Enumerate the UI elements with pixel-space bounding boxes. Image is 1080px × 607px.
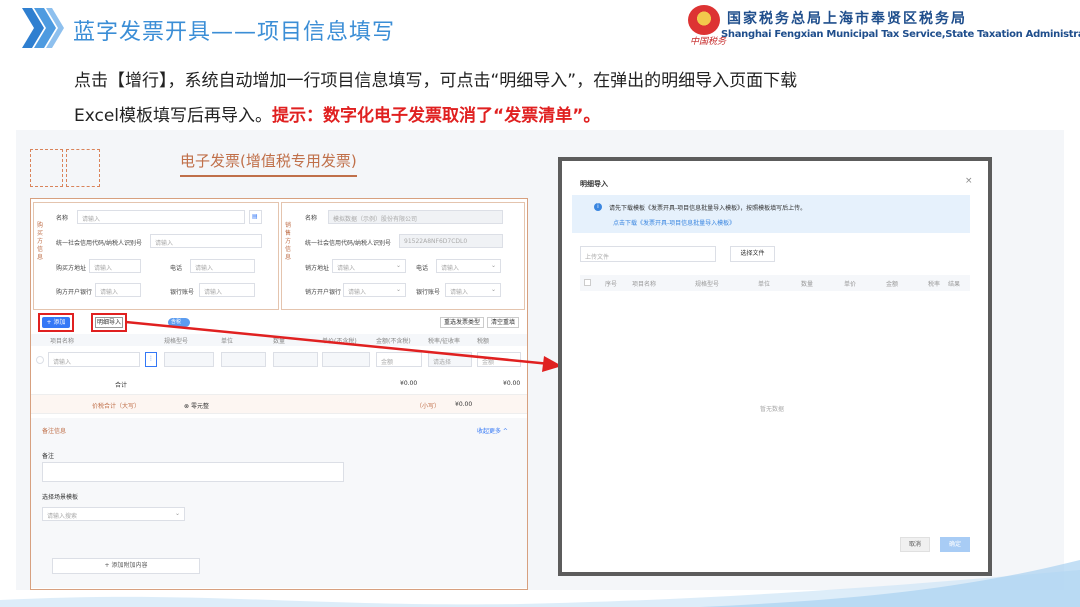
scene-placeholder: 请输入搜索	[47, 513, 78, 520]
wave-decoration-icon	[0, 560, 1080, 607]
qr-placeholder	[30, 149, 63, 187]
col-header: 结果	[948, 281, 961, 288]
buyer-lookup-icon[interactable]: ▤	[249, 210, 262, 224]
buyer-addr-input[interactable]: 请输入	[89, 259, 141, 273]
add-row-button[interactable]: + 添加	[42, 317, 70, 328]
buyer-acct-input[interactable]: 请输入	[199, 283, 255, 297]
tip-text: 提示：数字化电子发票取消了“发票清单”。	[272, 106, 601, 126]
cancel-button[interactable]: 取消	[900, 537, 930, 552]
small-label: （小写）	[416, 403, 441, 410]
seller-phone-label: 电话	[416, 265, 429, 272]
buyer-name-input[interactable]: 请输入	[77, 210, 245, 224]
subtotal-label: 合计	[115, 382, 128, 389]
seller-addr-placeholder: 请输入	[337, 265, 356, 272]
import-table-header: 序号 项目名称 规格型号 单位 数量 单价 金额 税率 结果	[580, 275, 970, 291]
download-template-link[interactable]: 点击下载《发票开具-项目信息批量导入模板》	[613, 218, 735, 227]
seller-acct-label: 银行账号	[416, 289, 441, 296]
col-header: 单位	[758, 281, 771, 288]
circle-x-icon: ⊗	[184, 403, 191, 410]
seller-bank-input[interactable]: 请输入 ⌄	[343, 283, 406, 297]
col-header: 序号	[605, 281, 618, 288]
chevron-down-icon: ⌄	[395, 286, 401, 293]
invoice-title-underline	[180, 175, 357, 177]
col-header: 单价	[844, 281, 857, 288]
info-text: 请先下载模板《发票开具-项目信息批量导入模板》，按照模板填写后上传。	[609, 205, 807, 212]
remark-label: 备注	[42, 453, 55, 460]
subtotal-amount: ¥0.00	[400, 380, 418, 387]
invoice-title: 电子发票(增值税专用发票)	[180, 152, 357, 170]
seller-addr-label: 销方地址	[305, 265, 330, 272]
col-header: 税率	[928, 281, 941, 288]
seller-bank-label: 销方开户银行	[305, 289, 342, 296]
seller-tax-label: 统一社会信用代码/纳税人识别号	[305, 240, 392, 247]
buyer-phone-input[interactable]: 请输入	[190, 259, 255, 273]
buyer-bank-input[interactable]: 请输入	[95, 283, 141, 297]
buyer-tax-input[interactable]: 请输入	[150, 234, 262, 248]
seller-bank-placeholder: 请输入	[348, 289, 367, 296]
detail-import-button[interactable]: 明细导入	[95, 317, 123, 328]
col-header: 项目名称	[50, 338, 75, 345]
seller-name-input: 模拟数据（示例）股份有限公司	[328, 210, 503, 224]
empty-state-text: 暂无数据	[760, 406, 785, 413]
info-icon: i	[594, 203, 602, 211]
buyer-bank-label: 购方开户银行	[56, 289, 93, 296]
small-amount: ¥0.00	[455, 401, 473, 408]
seller-acct-placeholder: 请输入	[450, 289, 469, 296]
choose-file-button[interactable]: 选择文件	[730, 246, 775, 262]
total-words: ⊗ 零元整	[184, 401, 209, 410]
red-arrow-icon	[125, 320, 562, 372]
total-words-text: 零元整	[190, 403, 209, 410]
upload-file-input[interactable]: 上传文件	[580, 246, 716, 262]
buyer-side-label: 购买方信息	[36, 222, 43, 261]
col-header: 项目名称	[632, 281, 657, 288]
close-icon[interactable]: ×	[965, 176, 973, 186]
seller-addr-input[interactable]: 请输入 ⌄	[332, 259, 406, 273]
slide-title: 蓝字发票开具——项目信息填写	[73, 20, 396, 45]
description-text: Excel模板填写后再导入。	[74, 106, 273, 126]
seller-side-label: 销售方信息	[284, 222, 291, 261]
seller-phone-placeholder: 请输入	[441, 265, 460, 272]
remark-section-title: 备注信息	[42, 428, 67, 435]
description-line-2: Excel模板填写后再导入。提示：数字化电子发票取消了“发票清单”。	[74, 101, 600, 126]
buyer-phone-label: 电话	[170, 265, 183, 272]
collapse-link[interactable]: 收起更多 ^	[477, 426, 508, 435]
org-name-cn: 国家税务总局上海市奉贤区税务局	[727, 11, 967, 27]
chevron-down-icon: ⌄	[490, 262, 496, 269]
description-line-1: 点击【增行】，系统自动增加一行项目信息填写，可点击“明细导入”，在弹出的明细导入…	[74, 71, 798, 91]
seller-phone-input[interactable]: 请输入 ⌄	[436, 259, 501, 273]
remark-textarea[interactable]	[42, 462, 344, 482]
seal-placeholder	[66, 149, 100, 187]
col-header: 金额	[886, 281, 899, 288]
chevron-decoration-icon	[22, 8, 64, 48]
buyer-acct-label: 银行账号	[170, 289, 195, 296]
total-label: 价税合计（大写）	[92, 403, 141, 410]
col-header: 规格型号	[695, 281, 720, 288]
buyer-addr-label: 购买方地址	[56, 265, 87, 272]
scene-select[interactable]: 请输入搜索 ⌄	[42, 507, 185, 521]
chevron-down-icon: ⌄	[395, 262, 401, 269]
seller-tax-input: 91522A8NF6D7CDL0	[399, 234, 503, 248]
chevron-down-icon: ⌄	[490, 286, 496, 293]
buyer-tax-label: 统一社会信用代码/纳税人识别号	[56, 240, 143, 247]
subtotal-tax: ¥0.00	[503, 380, 521, 387]
select-all-checkbox[interactable]	[584, 279, 591, 286]
confirm-button[interactable]: 确定	[940, 537, 970, 552]
seller-acct-input[interactable]: 请输入 ⌄	[445, 283, 501, 297]
chevron-down-icon: ⌄	[174, 510, 180, 517]
info-banner	[572, 195, 970, 233]
org-name-en: Shanghai Fengxian Municipal Tax Service,…	[721, 29, 1080, 40]
col-header: 数量	[801, 281, 814, 288]
seller-name-label: 名称	[305, 215, 318, 222]
national-emblem-icon	[688, 5, 720, 35]
dialog-title: 明细导入	[580, 180, 608, 188]
row-checkbox[interactable]	[36, 356, 44, 364]
buyer-name-label: 名称	[56, 215, 69, 222]
scene-label: 选择场景模板	[42, 494, 79, 501]
